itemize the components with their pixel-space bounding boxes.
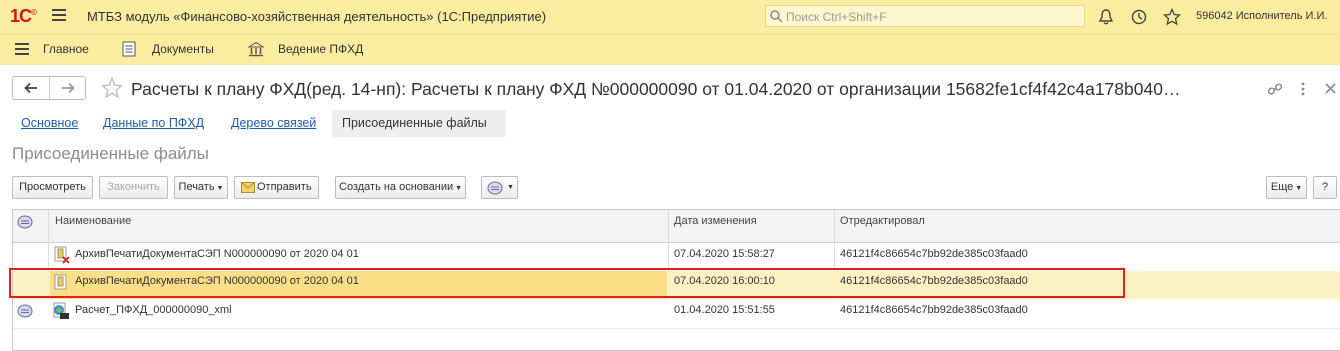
finish-button[interactable]: Закончить bbox=[99, 176, 168, 199]
print-button-label: Печать bbox=[178, 181, 215, 193]
app-title: МТБЗ модуль «Финансово-хозяйственная дея… bbox=[87, 9, 547, 24]
dropdown-arrow-icon: ▼ bbox=[214, 185, 224, 192]
send-button[interactable]: Отправить bbox=[234, 176, 319, 199]
search-input[interactable]: Поиск Ctrl+Shift+F bbox=[765, 5, 1085, 27]
forward-arrow-icon[interactable] bbox=[61, 82, 75, 94]
back-arrow-icon[interactable] bbox=[24, 82, 38, 94]
favorite-star-icon[interactable] bbox=[101, 77, 123, 99]
help-button[interactable]: ? bbox=[1313, 176, 1337, 199]
column-header-editor[interactable]: Отредактировал bbox=[840, 215, 925, 227]
history-icon[interactable] bbox=[1130, 8, 1148, 26]
file-name: Расчет_ПФХД_000000090_xml bbox=[75, 304, 232, 316]
file-editor: 46121f4c86654c7bb92de385c03faad0 bbox=[840, 248, 1028, 260]
link-icon[interactable] bbox=[1267, 81, 1283, 97]
create-based-button[interactable]: Создать на основании ▼ bbox=[335, 176, 466, 199]
nav-buttons bbox=[12, 76, 86, 100]
bell-icon[interactable] bbox=[1097, 8, 1115, 26]
archive-deleted-icon bbox=[54, 246, 70, 264]
menu-icon[interactable] bbox=[15, 43, 29, 55]
tab-main[interactable]: Основное bbox=[21, 116, 78, 130]
section-main[interactable]: Главное bbox=[43, 42, 89, 56]
file-date: 07.04.2020 15:58:27 bbox=[674, 248, 775, 260]
dropdown-arrow-icon: ▼ bbox=[453, 185, 462, 192]
more-vertical-icon[interactable] bbox=[1300, 82, 1306, 96]
user-name[interactable]: 596042 Исполнитель И.И. bbox=[1196, 10, 1327, 22]
more-button[interactable]: Еще ▼ bbox=[1266, 176, 1307, 199]
file-date: 01.04.2020 15:51:55 bbox=[674, 304, 775, 316]
highlight-annotation-box bbox=[9, 268, 1125, 298]
section-documents[interactable]: Документы bbox=[152, 42, 214, 56]
signature-column-icon bbox=[17, 215, 33, 229]
print-button[interactable]: Печать ▼ bbox=[174, 176, 228, 199]
send-button-label: Отправить bbox=[257, 181, 312, 193]
more-button-label: Еще bbox=[1270, 181, 1294, 193]
create-based-label: Создать на основании bbox=[339, 181, 454, 193]
search-icon bbox=[770, 10, 783, 23]
signature-icon bbox=[487, 181, 503, 195]
document-icon bbox=[122, 41, 136, 57]
tab-relations-tree[interactable]: Дерево связей bbox=[231, 116, 316, 130]
form-title: Расчеты к плану ФХД(ред. 14-нп): Расчеты… bbox=[131, 79, 1181, 99]
file-editor: 46121f4c86654c7bb92de385c03faad0 bbox=[840, 304, 1028, 316]
view-button[interactable]: Просмотреть bbox=[12, 176, 93, 199]
tab-attached-files[interactable]: Присоединенные файлы bbox=[332, 110, 506, 137]
column-header-name[interactable]: Наименование bbox=[55, 215, 131, 227]
favorites-star-icon[interactable] bbox=[1163, 8, 1181, 26]
digital-signature-menu-button[interactable]: ▼ bbox=[481, 176, 518, 199]
main-menu-icon[interactable] bbox=[52, 9, 66, 21]
dropdown-arrow-icon: ▼ bbox=[507, 184, 514, 191]
section-pfhd[interactable]: Ведение ПФХД bbox=[278, 42, 363, 56]
file-name: АрхивПечатиДокументаСЭП N000000090 от 20… bbox=[75, 248, 359, 260]
1c-logo: 1С© bbox=[10, 6, 37, 26]
signature-status-icon bbox=[17, 304, 33, 318]
dropdown-arrow-icon: ▼ bbox=[1293, 185, 1303, 192]
search-placeholder: Поиск Ctrl+Shift+F bbox=[786, 10, 887, 24]
tab-attached-files-label: Присоединенные файлы bbox=[342, 116, 487, 130]
bank-icon bbox=[248, 41, 264, 57]
close-icon[interactable] bbox=[1325, 83, 1336, 94]
envelope-icon bbox=[241, 182, 255, 193]
section-subtitle: Присоединенные файлы bbox=[12, 144, 209, 163]
tab-pfhd-data[interactable]: Данные по ПФХД bbox=[103, 116, 204, 130]
xml-file-icon bbox=[53, 302, 69, 319]
column-header-date[interactable]: Дата изменения bbox=[674, 215, 757, 227]
